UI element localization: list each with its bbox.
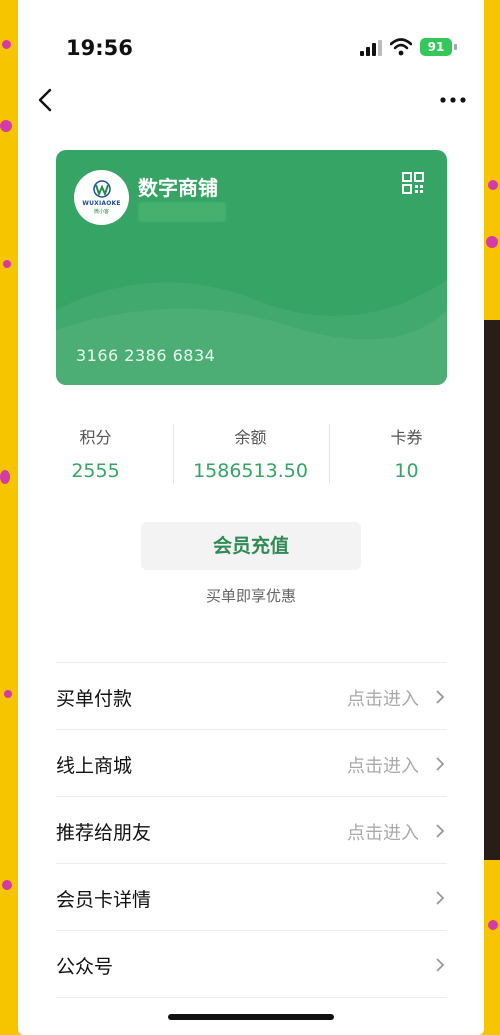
menu-item-label: 会员卡详情 [56, 889, 152, 911]
stat-value: 10 [394, 460, 419, 482]
store-logo: WUXIAOKE 微小客 [74, 170, 129, 225]
stat-label: 余额 [234, 428, 267, 447]
menu-list: 买单付款 点击进入 线上商城 点击进入 推荐给朋友 点击进入 会员卡详情 公众号 [56, 662, 447, 1017]
wifi-icon [390, 38, 412, 56]
frame-dot [3, 260, 11, 268]
phone-screen: 19:56 91 WUXIAOKE 微小客 数字商铺 3166 2386 683… [18, 0, 484, 1035]
stat-balance[interactable]: 余额 1586513.50 [173, 420, 328, 482]
logo-subtext: 微小客 [93, 209, 109, 215]
back-arrow-icon[interactable] [34, 86, 58, 114]
frame-dot [0, 120, 12, 132]
frame-dot [2, 40, 11, 49]
menu-item-mall[interactable]: 线上商城 点击进入 [56, 729, 447, 796]
stat-coupons[interactable]: 卡券 10 [329, 420, 484, 482]
battery-icon: 91 [420, 38, 452, 56]
stat-label: 卡券 [390, 428, 423, 447]
logo-text: WUXIAOKE [82, 200, 121, 207]
member-stats: 积分 2555 余额 1586513.50 卡券 10 [18, 420, 484, 490]
more-dots-icon[interactable] [438, 90, 468, 110]
menu-item-hint: 点击进入 [347, 756, 419, 777]
menu-item-label: 推荐给朋友 [56, 822, 152, 844]
logo-mark-icon [93, 180, 111, 198]
chevron-right-icon [436, 824, 445, 838]
frame-dot [486, 236, 498, 248]
store-name: 数字商铺 [138, 176, 218, 200]
stat-value: 1586513.50 [193, 460, 308, 482]
frame-dot [2, 880, 12, 890]
stat-value: 2555 [71, 460, 120, 482]
card-number: 3166 2386 6834 [76, 346, 216, 365]
menu-item-pay[interactable]: 买单付款 点击进入 [56, 662, 447, 729]
recharge-subtitle: 买单即享优惠 [205, 587, 296, 605]
qr-code-icon[interactable] [402, 172, 424, 194]
menu-item-hint: 点击进入 [347, 823, 419, 844]
frame-dot [488, 180, 498, 190]
menu-item-label: 买单付款 [56, 688, 133, 710]
status-time: 19:56 [66, 36, 133, 60]
background-photo-strip [484, 320, 500, 860]
blurred-subtitle [138, 202, 226, 222]
battery-cap [454, 44, 457, 50]
chevron-right-icon [436, 958, 445, 972]
chevron-right-icon [436, 757, 445, 771]
menu-item-official-account[interactable]: 公众号 [56, 930, 447, 997]
menu-item-hint: 点击进入 [347, 689, 419, 710]
chevron-right-icon [436, 891, 445, 905]
frame-dot [488, 920, 498, 930]
stat-label: 积分 [79, 428, 112, 447]
chevron-right-icon [436, 690, 445, 704]
recharge-button[interactable]: 会员充值 [141, 522, 361, 570]
home-indicator[interactable] [168, 1014, 334, 1020]
member-card[interactable]: WUXIAOKE 微小客 数字商铺 3166 2386 6834 [56, 150, 447, 385]
menu-item-recommend[interactable]: 推荐给朋友 点击进入 [56, 796, 447, 863]
menu-item-label: 公众号 [56, 956, 114, 978]
stat-points[interactable]: 积分 2555 [18, 420, 173, 482]
frame-dot [0, 470, 10, 484]
menu-item-label: 线上商城 [56, 755, 133, 777]
menu-item-card-details[interactable]: 会员卡详情 [56, 863, 447, 930]
signal-icon [360, 40, 382, 56]
frame-dot [4, 690, 12, 698]
status-bar: 19:56 91 [18, 0, 484, 80]
